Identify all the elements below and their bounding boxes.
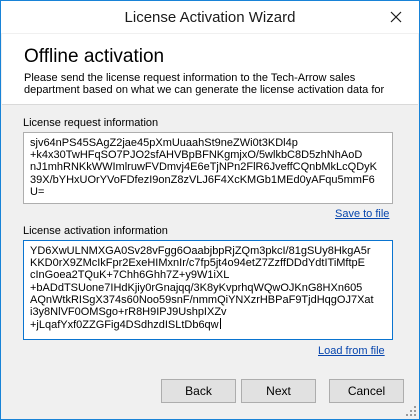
- title-bar[interactable]: License Activation Wizard: [1, 1, 419, 33]
- activation-line: AQnWtkRISgX374s60Noo59snF/nmmQiYNXzrHBPa…: [30, 293, 374, 306]
- activation-line: i3y8NlVF0OMSgo+rR8H9IPJ9UshpIXZv: [30, 306, 227, 319]
- request-line: U=: [30, 185, 45, 198]
- activation-textbox[interactable]: YD6XwULNMXGA0Sv28vFgg6OaabjbpRjZQm3pkcI/…: [23, 240, 393, 340]
- request-line: sjv64nPS45SAgZ2jae45pXmUuaahSt9neZWi0t3K…: [30, 137, 298, 149]
- activation-line: cInGoea2TQuK+7Chh6Ghh7Z+y9W1iXL: [30, 269, 230, 282]
- activation-line: +bADdTSUone7IHdKjiy0rGnajqq/3K8yKvprhqWQ…: [30, 281, 363, 294]
- activation-line: +jLqafYxf0ZZGFig4DSdhzdISLtDb6qw: [30, 319, 219, 332]
- request-label: License request information: [23, 117, 159, 129]
- next-button[interactable]: Next: [241, 379, 316, 403]
- text-caret: [219, 318, 221, 330]
- request-textbox[interactable]: sjv64nPS45SAgZ2jae45pXmUuaahSt9neZWi0t3K…: [23, 132, 393, 204]
- page-heading: Offline activation: [24, 46, 165, 67]
- back-button[interactable]: Back: [161, 379, 236, 403]
- header-divider: [2, 104, 418, 105]
- wizard-window: License Activation Wizard Offline activa…: [0, 0, 420, 420]
- page-description: Please send the license request informat…: [24, 72, 385, 96]
- activation-label: License activation information: [23, 225, 168, 237]
- activation-line: YD6XwULNMXGA0Sv28vFgg6OaabjbpRjZQm3pkcI/…: [30, 245, 371, 257]
- request-line: 39X/bYHxUOrYVoFDfezI9onZ8zVLJ6F4XcKMGb1M…: [30, 173, 375, 186]
- activation-last-line: +jLqafYxf0ZZGFig4DSdhzdISLtDb6qw: [30, 318, 386, 331]
- window-title: License Activation Wizard: [124, 9, 296, 26]
- cancel-button[interactable]: Cancel: [329, 379, 404, 403]
- activation-line: KKD0rX9ZMcIkFpr2ExeHIMxnIr/c7fp5jt4o94et…: [30, 257, 366, 270]
- close-button[interactable]: [379, 4, 413, 30]
- close-icon: [390, 11, 402, 23]
- resize-grip-icon[interactable]: [406, 406, 416, 416]
- request-line: nJ1mhRNKkWWImlruwFVDmvj4E6eTjNPn2FlR6Jve…: [30, 161, 377, 174]
- load-from-file-link[interactable]: Load from file: [318, 345, 385, 357]
- wizard-header: Offline activation Please send the licen…: [2, 34, 418, 104]
- request-line: +k4x30TwHFqSO7PJO2sfAHVBpBFNKgmjxO/5wlkb…: [30, 149, 363, 162]
- save-to-file-link[interactable]: Save to file: [335, 208, 389, 220]
